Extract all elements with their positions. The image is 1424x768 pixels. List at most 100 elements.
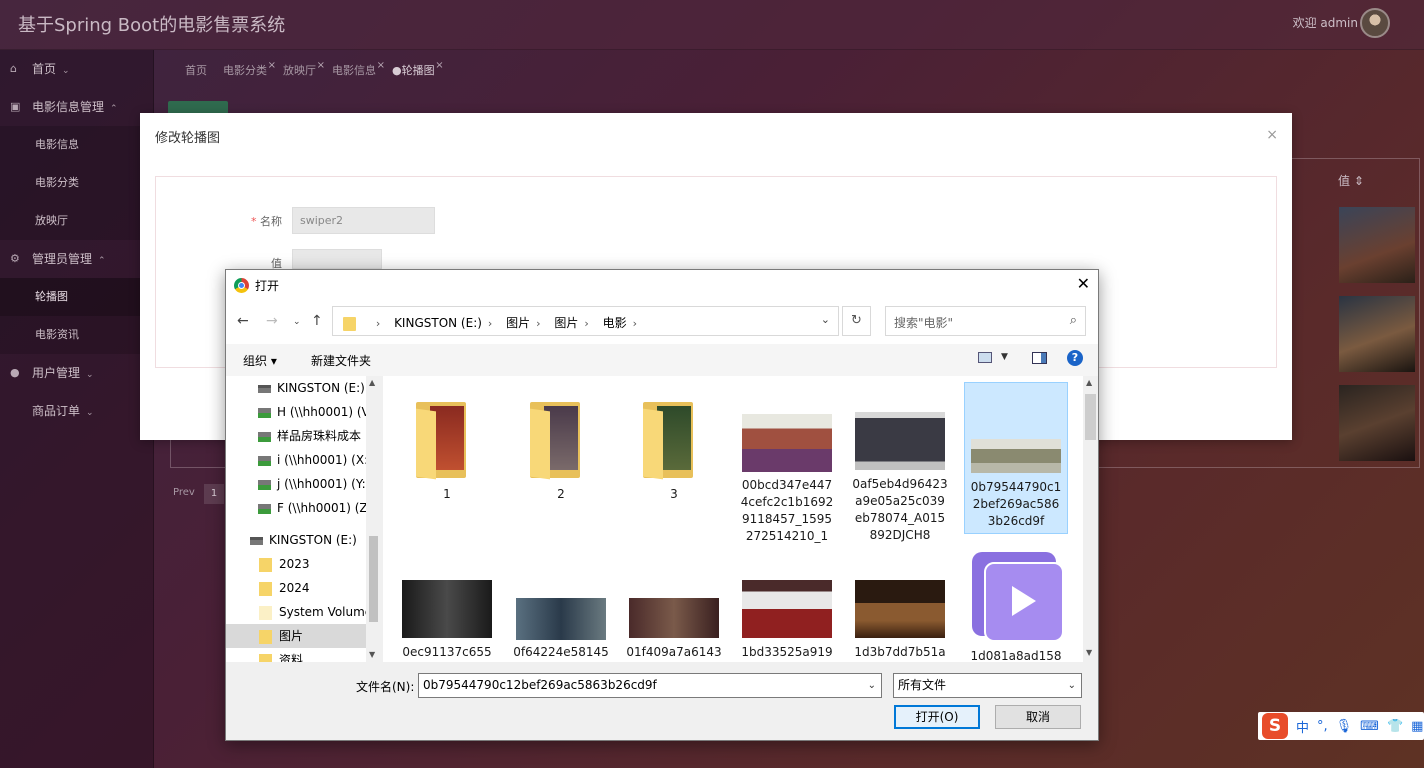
chevron-down-icon[interactable]: ⌄ xyxy=(1068,674,1076,697)
scrollbar-thumb[interactable] xyxy=(369,536,378,622)
sidebar-item-admin-mgmt[interactable]: ⚙ 管理员管理 ⌃ xyxy=(0,240,153,278)
image-thumbnail xyxy=(742,580,832,638)
close-icon[interactable]: × xyxy=(1266,127,1278,143)
nav-item[interactable]: H (\\hh0001) (V xyxy=(258,400,381,424)
image-file[interactable]: 0f64224e58145 xyxy=(509,580,613,661)
scroll-up-icon[interactable]: ▲ xyxy=(1086,378,1092,387)
nav-item[interactable]: System Volume xyxy=(259,600,381,624)
back-arrow-icon[interactable]: ← xyxy=(237,313,249,329)
folder-item[interactable]: 2 xyxy=(509,384,613,503)
forward-arrow-icon[interactable]: → xyxy=(266,313,278,329)
close-icon[interactable]: × xyxy=(377,60,385,71)
breadcrumb-item[interactable]: 图片 xyxy=(506,316,530,330)
sidebar-item-carousel[interactable]: 轮播图 xyxy=(0,278,153,316)
search-icon: ⌕ xyxy=(1069,313,1077,328)
nav-item-label: 图片 xyxy=(279,629,304,643)
image-thumbnail xyxy=(742,414,832,472)
up-arrow-icon[interactable]: ↑ xyxy=(311,313,323,329)
close-icon[interactable]: × xyxy=(317,60,325,71)
tab-hall[interactable]: 放映厅 × xyxy=(283,60,325,78)
sogou-logo-icon[interactable]: S xyxy=(1262,713,1288,739)
sidebar-item-movie-info[interactable]: 电影信息 xyxy=(0,126,153,164)
sidebar-item-hall[interactable]: 放映厅 xyxy=(0,202,153,240)
nav-item[interactable]: KINGSTON (E:) xyxy=(258,376,381,400)
scroll-down-icon[interactable]: ▼ xyxy=(1086,648,1092,657)
image-file[interactable]: 01f409a7a6143 xyxy=(622,580,726,661)
tab-movie-category[interactable]: 电影分类 × xyxy=(223,60,276,78)
open-button[interactable]: 打开(O) xyxy=(894,705,980,729)
folder-item[interactable]: 1 xyxy=(395,384,499,503)
nav-item[interactable]: F (\\hh0001) (Z xyxy=(258,496,381,520)
column-header-value[interactable]: 值 ⇕ xyxy=(1338,172,1364,189)
breadcrumb-item[interactable]: 图片 xyxy=(554,316,578,330)
refresh-icon[interactable]: ↻ xyxy=(842,306,871,336)
welcome-text: 欢迎 admin xyxy=(1292,16,1358,30)
tab-home[interactable]: 首页 xyxy=(185,62,207,78)
image-file[interactable]: 1d3b7dd7b51a xyxy=(848,580,952,661)
organize-button[interactable]: 组织 ▾ xyxy=(243,352,277,369)
sidebar-item-home[interactable]: ⌂ 首页 ⌄ xyxy=(0,50,153,88)
sidebar-item-movie-news[interactable]: 电影资讯 xyxy=(0,316,153,354)
address-bar[interactable]: › KINGSTON (E:) › 图片 › 图片 › 电影 › ⌄ xyxy=(332,306,839,336)
video-file[interactable]: 1d081a8ad158 xyxy=(964,546,1068,662)
sidebar-item-movie-info-mgmt[interactable]: ▣ 电影信息管理 ⌃ xyxy=(0,88,153,126)
nav-item[interactable]: KINGSTON (E:) xyxy=(250,528,381,552)
view-mode-icon[interactable] xyxy=(978,352,992,363)
close-icon[interactable]: ✕ xyxy=(1077,274,1090,293)
file-list-scrollbar[interactable]: ▲ ▼ xyxy=(1083,376,1098,662)
sidebar-item-movie-category[interactable]: 电影分类 xyxy=(0,164,153,202)
scroll-up-icon[interactable]: ▲ xyxy=(369,378,375,387)
prev-page-button[interactable]: Prev xyxy=(173,487,195,498)
image-file[interactable]: 0ec91137c6554 xyxy=(395,580,499,662)
nav-scrollbar[interactable]: ▲ ▼ xyxy=(366,376,381,662)
name-field[interactable]: swiper2 xyxy=(292,207,435,234)
cancel-button[interactable]: 取消 xyxy=(995,705,1081,729)
recent-dropdown-icon[interactable]: ⌄ xyxy=(293,317,301,327)
image-file[interactable]: 1bd33525a919 xyxy=(735,580,839,661)
value-upload[interactable] xyxy=(292,249,382,269)
chevron-up-icon: ⌃ xyxy=(98,256,106,266)
chevron-down-icon[interactable]: ⌄ xyxy=(821,313,830,326)
skin-icon[interactable]: 👕 xyxy=(1387,719,1403,734)
scrollbar-thumb[interactable] xyxy=(1085,394,1096,440)
filetype-select[interactable]: 所有文件 ⌄ xyxy=(893,673,1082,698)
nav-item[interactable]: 2023 xyxy=(259,552,381,576)
preview-pane-icon[interactable] xyxy=(1032,352,1047,364)
image-file[interactable]: 00bcd347e4474cefc2c1b16929118457_1595272… xyxy=(735,384,839,545)
microphone-icon[interactable]: 🎙 xyxy=(1336,719,1353,734)
chrome-icon xyxy=(234,278,249,293)
chevron-down-icon[interactable]: ⌄ xyxy=(868,674,876,697)
page-1-button[interactable]: 1 xyxy=(204,484,224,504)
carousel-thumb xyxy=(1339,385,1415,461)
file-name: 00bcd347e4474cefc2c1b16929118457_1595272… xyxy=(740,478,834,543)
filename-input[interactable]: 0b79544790c12bef269ac5863b26cd9f ⌄ xyxy=(418,673,882,698)
sidebar-item-user-mgmt[interactable]: ● 用户管理 ⌄ xyxy=(0,354,153,392)
ime-lang-toggle[interactable]: 中 xyxy=(1296,717,1309,736)
help-icon[interactable]: ? xyxy=(1067,350,1083,366)
folder-item[interactable]: 3 xyxy=(622,384,726,503)
sidebar-item-orders[interactable]: 商品订单 ⌄ xyxy=(0,392,153,430)
file-list: 1 2 3 00bcd347e4474cefc2c1b16929118457_1… xyxy=(383,376,1085,662)
close-icon[interactable]: × xyxy=(268,60,276,71)
image-file-selected[interactable]: 0b79544790c12bef269ac5863b26cd9f xyxy=(964,382,1068,534)
nav-item[interactable]: i (\\hh0001) (X: xyxy=(258,448,381,472)
tab-carousel[interactable]: ●轮播图 × xyxy=(392,60,444,78)
tab-movie-info[interactable]: 电影信息 × xyxy=(332,60,385,78)
grid-icon[interactable]: ▦ xyxy=(1411,719,1423,734)
nav-item[interactable]: 资料 xyxy=(259,648,381,662)
scroll-down-icon[interactable]: ▼ xyxy=(369,650,375,659)
nav-item[interactable]: 2024 xyxy=(259,576,381,600)
search-input[interactable]: 搜索"电影" ⌕ xyxy=(885,306,1086,336)
keyboard-icon[interactable]: ⌨ xyxy=(1360,719,1379,734)
avatar[interactable] xyxy=(1360,8,1390,38)
nav-item[interactable]: 样品房珠料成本 xyxy=(258,424,381,448)
ime-punct-toggle[interactable]: °, xyxy=(1317,719,1328,734)
breadcrumb-item[interactable]: 电影 xyxy=(603,316,627,330)
nav-item-selected[interactable]: 图片 xyxy=(226,624,366,648)
close-icon[interactable]: × xyxy=(435,60,443,71)
new-folder-button[interactable]: 新建文件夹 xyxy=(311,352,371,369)
nav-item[interactable]: j (\\hh0001) (Y: xyxy=(258,472,381,496)
chevron-down-icon[interactable]: ▼ xyxy=(1001,352,1008,362)
image-file[interactable]: 0af5eb4d96423a9e05a25c039eb78074_A015892… xyxy=(848,384,952,544)
breadcrumb-item[interactable]: KINGSTON (E:) xyxy=(394,316,482,330)
